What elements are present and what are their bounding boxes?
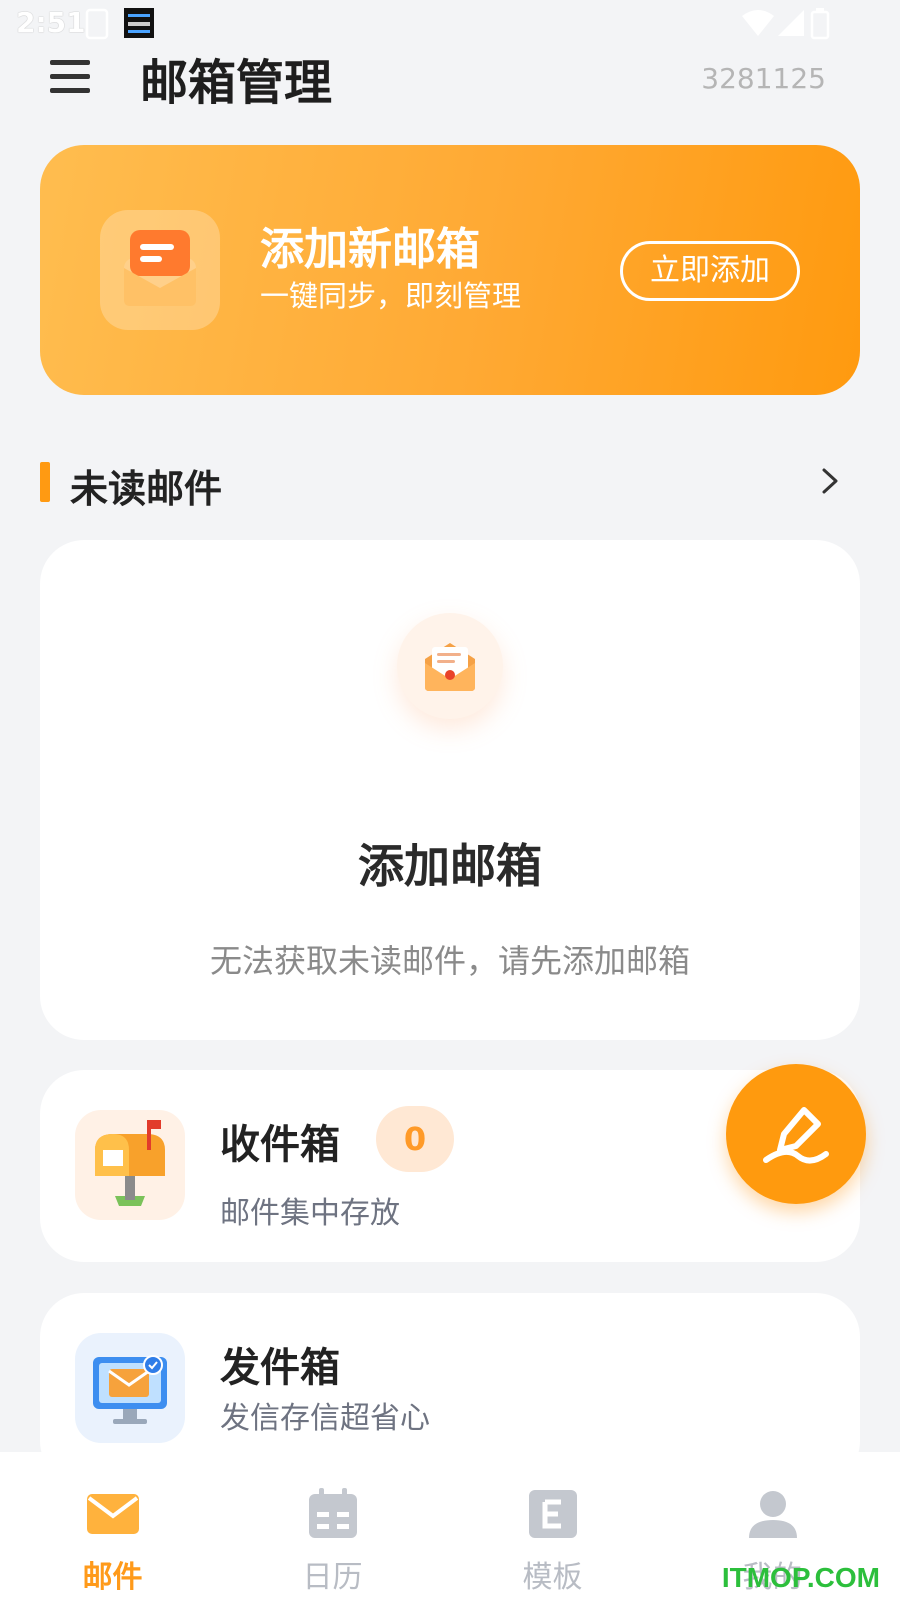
outbox-title: 发件箱 — [220, 1345, 340, 1391]
banner-title: 添加新邮箱 — [260, 224, 480, 275]
banner-subtitle: 一键同步，即刻管理 — [260, 279, 522, 313]
inbox-count-badge: 0 — [376, 1106, 454, 1172]
menu-icon[interactable] — [50, 60, 90, 100]
nav-item-mail[interactable]: 邮件 — [0, 1452, 225, 1600]
outbox-subtitle: 发信存信超省心 — [220, 1401, 430, 1436]
mail-icon — [87, 1494, 139, 1534]
empty-description: 无法获取未读邮件，请先添加邮箱 — [209, 942, 690, 980]
unread-empty-card: 添加邮箱 无法获取未读邮件，请先添加邮箱 — [40, 540, 860, 1040]
battery-icon — [810, 8, 830, 40]
app-header: 邮箱管理 3281125 — [0, 48, 900, 138]
pen-icon — [763, 1107, 829, 1164]
computer-mail-icon — [75, 1333, 185, 1443]
watermark: ITMOP.COM — [721, 1562, 880, 1593]
wifi-icon — [742, 10, 774, 36]
nav-label-mail: 邮件 — [82, 1560, 143, 1595]
status-time: 2:51 — [16, 6, 86, 39]
inbox-title: 收件箱 — [220, 1122, 340, 1168]
status-bar: 2:51 — [0, 0, 900, 48]
template-icon — [529, 1490, 577, 1538]
empty-title: 添加邮箱 — [358, 839, 542, 893]
nav-item-calendar[interactable]: 日历 — [220, 1452, 445, 1600]
unread-section-title: 未读邮件 — [70, 467, 223, 511]
app-notification-icon — [124, 8, 154, 38]
nav-label-template: 模板 — [522, 1560, 583, 1595]
add-mailbox-banner[interactable]: 添加新邮箱 一键同步，即刻管理 立即添加 — [40, 145, 860, 395]
nav-label-calendar: 日历 — [302, 1560, 363, 1595]
nav-item-template[interactable]: 模板 — [440, 1452, 665, 1600]
section-accent-bar — [40, 462, 50, 502]
chevron-right-icon[interactable] — [814, 466, 844, 496]
compose-button[interactable] — [726, 1064, 866, 1204]
page-title: 邮箱管理 — [140, 55, 333, 111]
add-now-button[interactable]: 立即添加 — [620, 241, 800, 301]
signal-icon — [778, 10, 804, 36]
profile-icon — [749, 1491, 797, 1538]
mailbox-icon — [100, 210, 220, 330]
calendar-icon — [309, 1488, 357, 1538]
account-id: 3281125 — [701, 62, 826, 95]
mailbox-post-icon — [75, 1110, 185, 1220]
screen-rotate-icon — [85, 8, 109, 40]
open-envelope-icon — [397, 613, 503, 719]
inbox-subtitle: 邮件集中存放 — [220, 1196, 400, 1231]
